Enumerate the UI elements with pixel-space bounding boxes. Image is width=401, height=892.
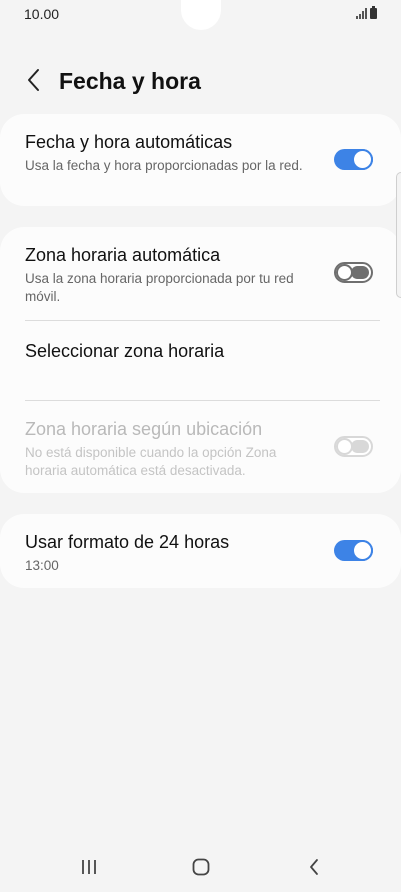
setting-title: Fecha y hora automáticas [25, 132, 233, 152]
back-icon [310, 859, 318, 875]
auto-datetime-toggle[interactable] [334, 149, 373, 170]
recents-button[interactable] [69, 850, 109, 884]
navigation-bar [0, 842, 401, 892]
setting-select-timezone[interactable]: Seleccionar zona horaria [0, 321, 401, 399]
setting-title: Usar formato de 24 horas [25, 532, 230, 552]
camera-notch [181, 0, 221, 30]
setting-title: Seleccionar zona horaria [25, 341, 225, 361]
setting-24h-format[interactable]: Usar formato de 24 horas 13:00 [0, 514, 401, 588]
signal-icon [356, 8, 367, 19]
home-button[interactable] [181, 850, 221, 884]
location-timezone-toggle [334, 436, 373, 457]
setting-location-timezone: Zona horaria según ubicación No está dis… [0, 401, 401, 493]
header: Fecha y hora [0, 58, 401, 104]
toggle-knob [336, 438, 353, 455]
status-time: 10.00 [24, 6, 60, 22]
page-title: Fecha y hora [59, 68, 201, 94]
auto-timezone-toggle[interactable] [334, 262, 373, 283]
card-auto-datetime: Fecha y hora automáticas Usa la fecha y … [0, 114, 401, 206]
recents-icon [82, 860, 96, 874]
toggle-knob [352, 540, 373, 561]
toggle-knob [352, 149, 373, 170]
screen: 10.00 Fecha y hora Fecha y hora automáti… [0, 0, 401, 892]
battery-icon [370, 6, 377, 19]
setting-subtitle: Usa la zona horaria proporcionada por tu… [25, 271, 294, 304]
home-icon [192, 858, 210, 876]
chevron-left-icon [28, 69, 39, 91]
setting-title: Zona horaria según ubicación [25, 419, 263, 439]
status-bar: 10.00 [0, 0, 401, 30]
nav-back-button[interactable] [294, 850, 334, 884]
toggle-knob [336, 264, 353, 281]
setting-subtitle: 13:00 [25, 558, 59, 573]
status-icons [356, 6, 377, 19]
setting-auto-timezone[interactable]: Zona horaria automática Usa la zona hora… [0, 227, 401, 319]
setting-subtitle: No está disponible cuando la opción Zona… [25, 445, 277, 478]
card-24h-format: Usar formato de 24 horas 13:00 [0, 514, 401, 588]
setting-auto-datetime[interactable]: Fecha y hora automáticas Usa la fecha y … [0, 114, 401, 206]
format-24h-toggle[interactable] [334, 540, 373, 561]
card-timezone: Zona horaria automática Usa la zona hora… [0, 227, 401, 493]
setting-subtitle: Usa la fecha y hora proporcionadas por l… [25, 158, 303, 173]
setting-title: Zona horaria automática [25, 245, 221, 265]
scroll-handle[interactable] [396, 172, 401, 298]
back-button[interactable] [18, 62, 50, 98]
